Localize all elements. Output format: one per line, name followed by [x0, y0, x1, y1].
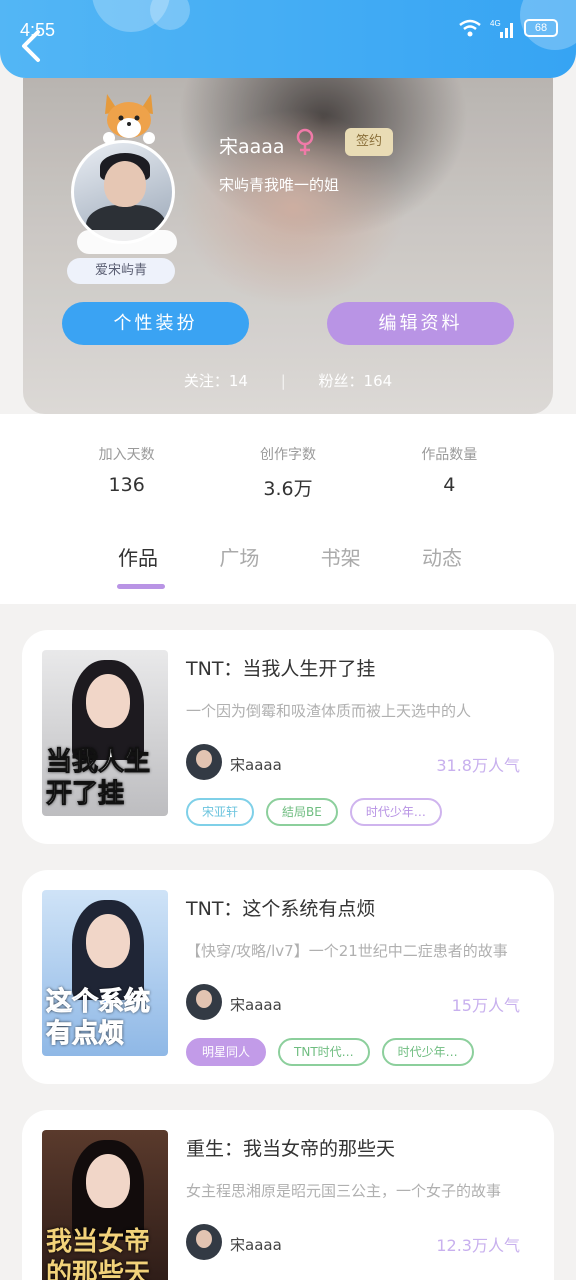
stat-label: 作品数量 [421, 447, 478, 463]
divider: | [280, 372, 286, 390]
dress-up-button[interactable]: 个性装扮 [62, 302, 249, 345]
tag[interactable]: 时代少年… [349, 798, 442, 826]
book-title[interactable]: TNT：当我人生开了挂 [186, 654, 375, 681]
book-title[interactable]: 重生：我当女帝的那些天 [186, 1134, 395, 1161]
popularity-count: 12.3万人气 [436, 1236, 520, 1255]
tag-list: 明星同人 TNT时代… 时代少年… [186, 1038, 474, 1066]
book-card[interactable]: 我当女帝的那些天 重生：我当女帝的那些天 女主程思湘原是昭元国三公主，一个女子的… [22, 1110, 554, 1280]
network-label: 4G [490, 19, 501, 28]
tab-label: 广场 [219, 546, 260, 570]
author-avatar [186, 1224, 222, 1260]
stats-panel: 加入天数 136 创作字数 3.6万 作品数量 4 [46, 414, 530, 525]
tab-label: 作品 [118, 546, 158, 570]
book-card[interactable]: 这个系统有点烦 TNT：这个系统有点烦 【快穿/攻略/lv7】一个21世纪中二症… [22, 870, 554, 1084]
stat-value: 136 [108, 474, 145, 496]
book-cover[interactable]: 这个系统有点烦 [42, 890, 168, 1056]
tab-label: 书架 [320, 546, 361, 570]
author-avatar [186, 744, 222, 780]
female-icon [296, 128, 314, 155]
author-name: 宋aaaa [230, 756, 282, 774]
status-icons: 4G 68 [458, 18, 558, 38]
book-description: 一个因为倒霉和吸渣体质而被上天选中的人 [186, 702, 472, 720]
avatar-frame[interactable] [69, 90, 177, 254]
user-bio: 宋屿青我唯一的姐 [219, 176, 340, 194]
cover-title: 这个系统有点烦 [46, 987, 151, 1050]
stat-label: 创作字数 [259, 447, 316, 463]
back-button[interactable] [16, 26, 50, 66]
popularity-count: 15万人气 [451, 996, 520, 1015]
stat-work-count: 作品数量 4 [369, 414, 530, 525]
profile-card: 爱宋屿青 宋aaaa 签约 宋屿青我唯一的姐 个性装扮 编辑资料 关注：14 |… [23, 78, 553, 414]
tag-list: 宋亚轩 結局BE 时代少年… [186, 798, 442, 826]
book-card[interactable]: 当我人生开了挂 TNT：当我人生开了挂 一个因为倒霉和吸渣体质而被上天选中的人 … [22, 630, 554, 844]
author-name: 宋aaaa [230, 1236, 282, 1254]
edit-profile-button[interactable]: 编辑资料 [327, 302, 514, 345]
fans-count[interactable]: 粉丝：164 [319, 370, 393, 391]
following-count[interactable]: 关注：14 [184, 370, 248, 391]
tab-label: 动态 [421, 546, 462, 570]
book-description: 【快穿/攻略/lv7】一个21世纪中二症患者的故事 [186, 942, 508, 960]
tab-feed[interactable]: 动态 [396, 542, 488, 592]
stat-word-count: 创作字数 3.6万 [207, 414, 368, 525]
avatar [71, 140, 175, 244]
book-cover[interactable]: 当我人生开了挂 [42, 650, 168, 816]
decor-bubble [150, 0, 190, 30]
tag[interactable]: 明星同人 [186, 1038, 267, 1066]
tab-bookshelf[interactable]: 书架 [295, 542, 387, 592]
book-cover[interactable]: 我当女帝的那些天 [42, 1130, 168, 1280]
wifi-icon [459, 19, 481, 37]
signed-badge: 签约 [345, 128, 393, 156]
stat-join-days: 加入天数 136 [46, 414, 207, 525]
content-tabs: 作品 广场 书架 动态 [92, 542, 488, 592]
cover-title: 当我人生开了挂 [46, 747, 151, 810]
user-name: 宋aaaa [219, 136, 285, 158]
stat-value: 4 [443, 474, 456, 496]
decor-cloud [77, 230, 177, 254]
signal-icon: 4G [490, 19, 513, 38]
top-bar: 4:55 4G 68 [0, 0, 576, 78]
chevron-left-icon [22, 30, 40, 62]
tag[interactable]: 宋亚轩 [186, 798, 255, 826]
battery-indicator: 68 [524, 19, 558, 37]
book-title[interactable]: TNT：这个系统有点烦 [186, 894, 375, 921]
author-name: 宋aaaa [230, 996, 282, 1014]
nickname-badge: 爱宋屿青 [67, 258, 175, 284]
tag[interactable]: 結局BE [266, 798, 338, 826]
tab-active-indicator [117, 584, 165, 589]
follow-stats: 关注：14 | 粉丝：164 [23, 370, 553, 391]
corgi-frame-icon [103, 94, 155, 144]
cover-title: 我当女帝的那些天 [46, 1227, 151, 1280]
stat-value: 3.6万 [263, 478, 313, 500]
author-avatar [186, 984, 222, 1020]
book-description: 女主程思湘原是昭元国三公主，一个女子的故事 [186, 1182, 502, 1200]
tag[interactable]: 时代少年… [381, 1038, 474, 1066]
popularity-count: 31.8万人气 [436, 756, 520, 775]
stat-label: 加入天数 [98, 447, 155, 463]
tab-square[interactable]: 广场 [193, 542, 285, 592]
tag[interactable]: TNT时代… [278, 1038, 370, 1066]
tab-works[interactable]: 作品 [92, 542, 184, 592]
